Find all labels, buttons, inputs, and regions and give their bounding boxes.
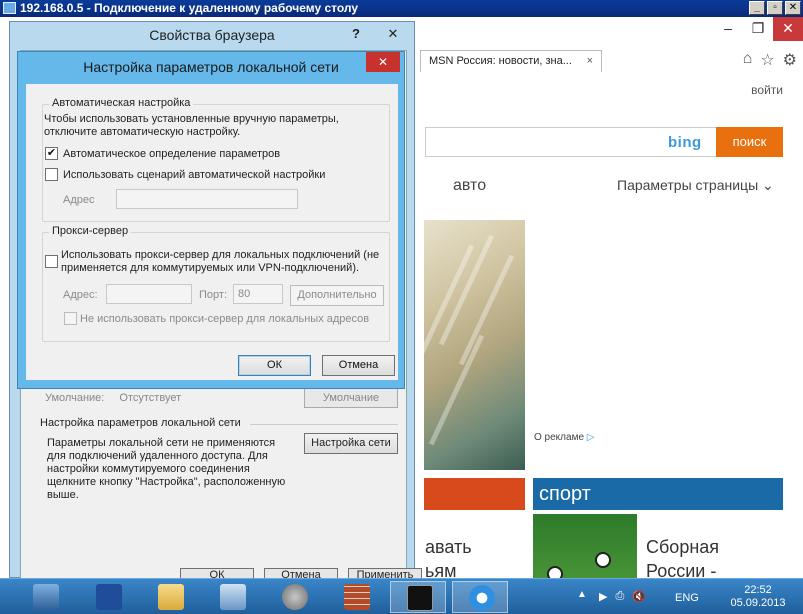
- ie-minimize-button[interactable]: –: [713, 17, 743, 41]
- sport-header[interactable]: спорт: [533, 478, 783, 510]
- lan-dialog-body: Автоматическая настройка Чтобы использов…: [26, 84, 398, 380]
- cmd-icon: [407, 585, 433, 611]
- volume-muted-icon[interactable]: 🔇: [632, 590, 646, 603]
- cancel-button[interactable]: Отмена: [322, 355, 395, 376]
- server-manager-icon: [33, 584, 59, 610]
- close-button[interactable]: ✕: [376, 24, 410, 44]
- rdp-minimize-button[interactable]: _: [749, 1, 765, 15]
- ie-tab[interactable]: MSN Россия: новости, зна... ×: [420, 50, 602, 72]
- powershell-icon: [96, 584, 122, 610]
- firewall-icon: [344, 584, 370, 610]
- use-script-label[interactable]: Использовать сценарий автоматической нас…: [63, 169, 325, 182]
- gear-icon: [282, 584, 308, 610]
- default-value: Отсутствует: [119, 392, 182, 404]
- page-params-label: Параметры страницы: [617, 177, 759, 193]
- tab-close-icon[interactable]: ×: [587, 51, 593, 71]
- default-button[interactable]: Умолчание: [304, 388, 398, 408]
- ie-close-button[interactable]: ✕: [773, 17, 803, 41]
- favorites-icon[interactable]: ☆: [760, 50, 774, 70]
- taskbar: ▲ ▶ ⎙ 🔇 ENG 22:52 05.09.2013: [0, 578, 803, 614]
- auto-detect-checkbox[interactable]: ✔: [45, 147, 58, 160]
- home-icon[interactable]: ⌂: [743, 50, 753, 70]
- rdp-restore-button[interactable]: ▫: [767, 1, 783, 15]
- default-label: Умолчание:: [45, 392, 105, 404]
- hero-image[interactable]: [418, 220, 525, 470]
- ie-tab-title: MSN Россия: новости, зна...: [429, 55, 572, 67]
- taskbar-internet-explorer[interactable]: [452, 581, 508, 613]
- use-script-checkbox[interactable]: [45, 168, 58, 181]
- lan-settings-dialog: Настройка параметров локальной сети ✕ Ав…: [17, 51, 405, 389]
- taskbar-server-manager[interactable]: [17, 581, 73, 613]
- rdp-title-bar: 192.168.0.5 - Подключение к удаленному р…: [0, 0, 803, 17]
- proxy-group-title: Прокси-сервер: [49, 225, 132, 237]
- nav-item-auto[interactable]: авто: [453, 177, 486, 195]
- network-settings-button[interactable]: Настройка сети: [304, 433, 398, 454]
- login-link[interactable]: войти: [751, 83, 783, 97]
- taskbar-powershell[interactable]: [80, 581, 136, 613]
- lan-description: Параметры локальной сети не применяются …: [47, 437, 286, 501]
- script-address-field[interactable]: [116, 189, 298, 209]
- ok-button[interactable]: ОК: [238, 355, 311, 376]
- proxy-address-label: Адрес:: [63, 289, 98, 301]
- help-button[interactable]: ?: [342, 24, 370, 44]
- taskbar-settings[interactable]: [266, 581, 322, 613]
- clock-date: 05.09.2013: [730, 597, 786, 609]
- port-field[interactable]: 80: [233, 284, 283, 304]
- page-params-dropdown[interactable]: Параметры страницы ⌄: [617, 177, 774, 194]
- bing-logo: bing: [668, 134, 702, 151]
- clock[interactable]: 22:52 05.09.2013: [723, 584, 793, 610]
- bypass-local-checkbox[interactable]: [64, 312, 77, 325]
- lan-dialog-title: Настройка параметров локальной сети: [83, 59, 339, 75]
- lan-section-title: Настройка параметров локальной сети: [40, 417, 241, 429]
- search-button[interactable]: поиск: [716, 127, 783, 157]
- system-tray: ▲ ▶ ⎙ 🔇 ENG 22:52 05.09.2013: [573, 579, 803, 614]
- ie-restore-button[interactable]: ❐: [743, 17, 773, 41]
- auto-config-group-title: Автоматическая настройка: [49, 97, 194, 109]
- default-dial-row: Умолчание: Отсутствует: [45, 392, 181, 404]
- news-header-block[interactable]: [424, 478, 525, 510]
- lan-close-button[interactable]: ✕: [366, 52, 400, 72]
- bypass-local-label[interactable]: Не использовать прокси-сервер для локаль…: [80, 313, 369, 326]
- media-icon[interactable]: ▶: [599, 590, 607, 603]
- advanced-button[interactable]: Дополнительно: [290, 285, 384, 306]
- proxy-address-field[interactable]: [106, 284, 192, 304]
- taskbar-control-panel[interactable]: [204, 581, 260, 613]
- use-proxy-checkbox[interactable]: [45, 255, 58, 268]
- ad-about-label: О рекламе: [534, 432, 584, 443]
- rdp-title: 192.168.0.5 - Подключение к удаленному р…: [20, 1, 359, 15]
- taskbar-file-explorer[interactable]: [142, 581, 198, 613]
- auto-config-description: Чтобы использовать установленные вручную…: [44, 113, 339, 138]
- port-label: Порт:: [199, 289, 227, 301]
- network-icon[interactable]: ⎙: [615, 590, 624, 603]
- tools-gear-icon[interactable]: ⚙: [783, 50, 797, 70]
- taskbar-firewall[interactable]: [328, 581, 384, 613]
- control-panel-icon: [220, 584, 246, 610]
- use-proxy-label[interactable]: Использовать прокси-сервер для локальных…: [61, 249, 381, 275]
- script-address-label: Адрес: [63, 194, 95, 206]
- folder-icon: [158, 584, 184, 610]
- language-indicator[interactable]: ENG: [675, 592, 699, 604]
- section-divider: [250, 424, 398, 425]
- adchoices-icon: ▷: [586, 432, 595, 443]
- clock-time: 22:52: [744, 584, 772, 596]
- rdp-icon: [3, 2, 16, 14]
- internet-explorer-icon: [469, 585, 495, 611]
- taskbar-cmd[interactable]: [390, 581, 446, 613]
- rdp-close-button[interactable]: ✕: [785, 1, 801, 15]
- chevron-down-icon: ⌄: [762, 177, 774, 193]
- show-hidden-icons-icon[interactable]: ▲: [577, 589, 587, 600]
- ad-about-link[interactable]: О рекламе ▷: [534, 432, 594, 443]
- auto-detect-label[interactable]: Автоматическое определение параметров: [63, 148, 280, 161]
